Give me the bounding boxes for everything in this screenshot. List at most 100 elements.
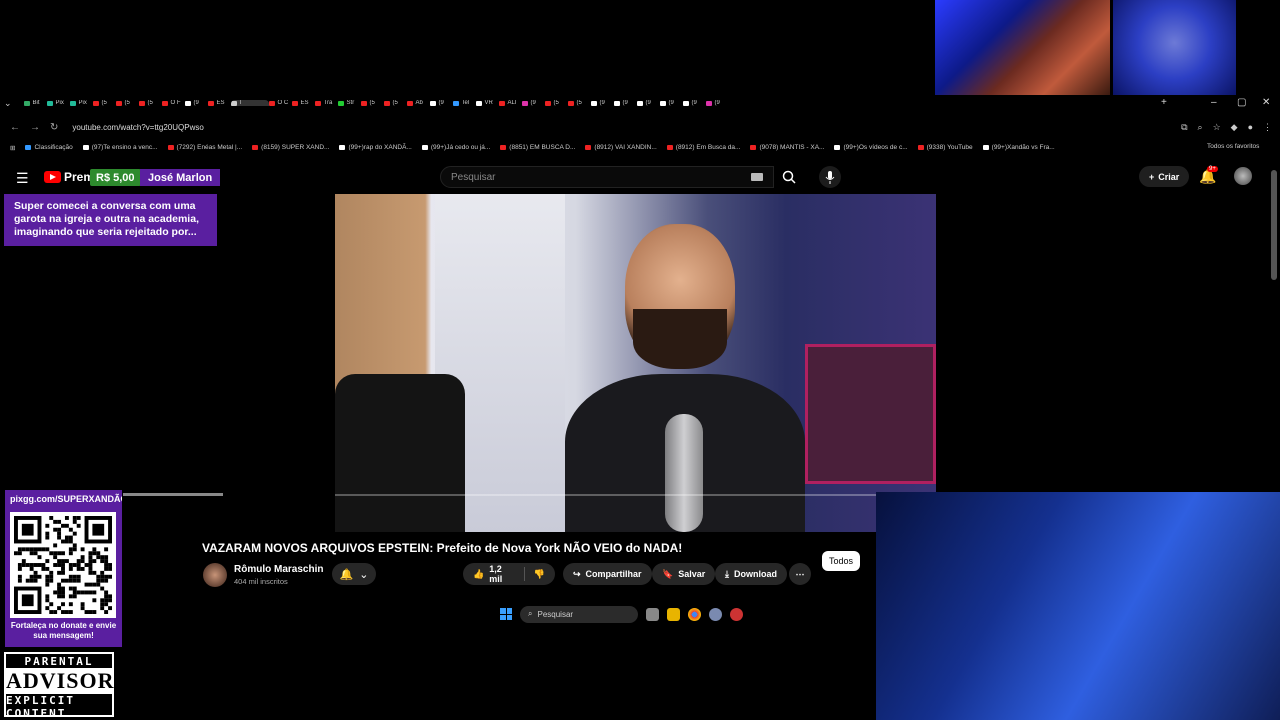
reload-icon[interactable]: ↻ <box>50 122 58 133</box>
bookmark-item[interactable]: (99+)rap do XANDÃ... <box>339 144 412 151</box>
browser-tab[interactable]: (5 <box>567 100 591 106</box>
channel-name[interactable]: Rômulo Maraschin <box>234 564 323 575</box>
video-player[interactable] <box>335 194 936 532</box>
hamburger-menu-icon[interactable]: ☰ <box>16 170 29 187</box>
create-button[interactable]: + Criar <box>1139 166 1190 187</box>
browser-tab[interactable]: (9 <box>521 100 545 106</box>
channel-avatar[interactable] <box>203 563 227 587</box>
bookmark-item[interactable]: (8912) VAI XANDIN... <box>585 144 657 151</box>
app-icon[interactable] <box>730 607 743 621</box>
search-input[interactable]: Pesquisar <box>440 166 774 188</box>
share-button[interactable]: ↪ Compartilhar <box>563 563 652 585</box>
save-button[interactable]: 🔖 Salvar <box>652 563 716 585</box>
browser-tab[interactable]: I <box>230 100 269 106</box>
browser-tab[interactable]: Tel <box>452 100 476 106</box>
browser-tab[interactable]: Str <box>337 100 361 106</box>
tab-title: (5 <box>392 100 398 106</box>
browser-tab[interactable]: O C <box>268 100 292 106</box>
browser-tab[interactable]: ES <box>207 100 231 106</box>
apps-icon[interactable]: ⊞ <box>10 144 15 152</box>
more-actions-button[interactable]: ⋯ <box>789 563 811 585</box>
tab-favicon-icon <box>475 100 482 106</box>
download-button[interactable]: ⤓ Download <box>715 563 787 585</box>
zoom-icon[interactable]: ⌕ <box>1198 122 1203 133</box>
extension-icon[interactable]: ◆ <box>1231 122 1238 133</box>
browser-tab[interactable]: Pix <box>69 100 93 106</box>
browser-tab[interactable]: Ab <box>406 100 430 106</box>
search-button[interactable] <box>777 166 801 188</box>
close-window-icon[interactable]: ✕ <box>1262 97 1270 108</box>
browser-tab[interactable]: (9 <box>613 100 637 106</box>
browser-tab[interactable]: (5 <box>115 100 139 106</box>
file-explorer-icon[interactable] <box>667 607 680 621</box>
browser-tab[interactable]: (5 <box>138 100 162 106</box>
settings-icon[interactable] <box>709 607 722 621</box>
bookmark-item[interactable]: (8159) SUPER XAND... <box>252 144 329 151</box>
minimize-icon[interactable]: – <box>1211 97 1217 108</box>
share-icon: ↪ <box>573 568 581 579</box>
bookmark-item[interactable]: (7292) Enéas Metal |... <box>167 144 242 151</box>
browser-tab[interactable]: (5 <box>383 100 407 106</box>
maximize-icon[interactable]: ▢ <box>1237 97 1246 108</box>
keyboard-icon[interactable] <box>751 173 763 181</box>
bookmark-favicon-icon <box>982 145 989 150</box>
bookmark-item[interactable]: (9338) YouTube <box>917 144 973 151</box>
browser-tab[interactable]: (9 <box>682 100 706 106</box>
forward-icon[interactable]: → <box>30 122 40 133</box>
browser-tab[interactable]: Tra <box>314 100 338 106</box>
page-scrollbar[interactable] <box>1271 170 1277 280</box>
subscription-bell-button[interactable]: 🔔 ⌄ <box>332 563 376 585</box>
bookmark-item[interactable]: Classificação <box>25 144 73 151</box>
chrome-icon[interactable] <box>688 607 701 621</box>
bookmark-item[interactable]: (99+)Os vídeos de c... <box>834 144 908 151</box>
like-count[interactable]: 1,2 mil <box>489 564 515 584</box>
task-view-icon[interactable] <box>646 607 659 621</box>
windows-start-icon[interactable] <box>500 608 512 620</box>
tab-search-icon[interactable]: ⌄ <box>4 98 12 109</box>
back-icon[interactable]: ← <box>10 122 20 133</box>
thumbs-up-icon[interactable]: 👍 <box>473 569 484 580</box>
bookmark-item[interactable]: (9078) MANTIS - XA... <box>750 144 824 151</box>
browser-tab[interactable]: (9 <box>184 100 208 106</box>
all-favorites[interactable]: Todos os favoritos <box>1207 143 1259 150</box>
voice-search-button[interactable] <box>819 166 841 188</box>
new-tab-icon[interactable]: + <box>1161 97 1167 108</box>
bookmark-item[interactable]: (8851) EM BUSCA D... <box>500 144 575 151</box>
browser-tab[interactable]: Pix <box>46 100 70 106</box>
browser-tab[interactable]: (5 <box>544 100 568 106</box>
tab-title: Pix <box>78 100 87 106</box>
browser-tab[interactable]: ALI <box>498 100 522 106</box>
parental-advisory-label: PARENTAL ADVISORY EXPLICIT CONTENT <box>4 652 130 720</box>
browser-tab[interactable]: (9 <box>636 100 660 106</box>
profile-icon[interactable]: ● <box>1248 122 1253 133</box>
browser-tab[interactable]: (9 <box>429 100 453 106</box>
taskbar-search[interactable]: ⌕ Pesquisar <box>520 605 638 623</box>
url-field[interactable]: youtube.com/watch?v=ttg20UQPwso <box>72 123 203 132</box>
browser-tab[interactable]: (5 <box>360 100 384 106</box>
browser-tab[interactable]: ES <box>291 100 315 106</box>
browser-tab[interactable]: Bit <box>23 100 47 106</box>
bookmark-item[interactable]: (99+)Já cedo ou já... <box>421 144 490 151</box>
browser-tab[interactable]: (9 <box>659 100 683 106</box>
tab-favicon-icon <box>452 100 459 106</box>
address-bar: ← → ↻ youtube.com/watch?v=ttg20UQPwso ⧉ … <box>0 118 1280 136</box>
bookmark-item[interactable]: (99+)Xandão vs Fra... <box>982 144 1055 151</box>
browser-tab[interactable]: (9 <box>705 100 729 106</box>
browser-tab[interactable]: VR <box>475 100 499 106</box>
filter-chip-all[interactable]: Todos <box>822 551 861 571</box>
account-avatar[interactable] <box>1234 167 1252 185</box>
browser-tab[interactable]: (9 <box>590 100 614 106</box>
tab-favicon-icon <box>705 100 712 106</box>
install-icon[interactable]: ⧉ <box>1181 122 1187 133</box>
menu-icon[interactable]: ⋮ <box>1263 122 1272 133</box>
thumbs-down-icon[interactable]: 👎 <box>534 569 545 580</box>
star-icon[interactable]: ☆ <box>1213 122 1221 133</box>
browser-tab[interactable]: (5 <box>92 100 116 106</box>
browser-tab[interactable]: O F <box>161 100 185 106</box>
video-progress-bar[interactable] <box>335 494 936 496</box>
tab-favicon-icon <box>92 100 99 106</box>
bookmark-item[interactable]: (8912) Em Busca da... <box>666 144 740 151</box>
bookmark-item[interactable]: (97)Te ensino a venc... <box>82 144 158 151</box>
tab-favicon-icon <box>567 100 574 106</box>
studio-microphone <box>665 414 703 532</box>
